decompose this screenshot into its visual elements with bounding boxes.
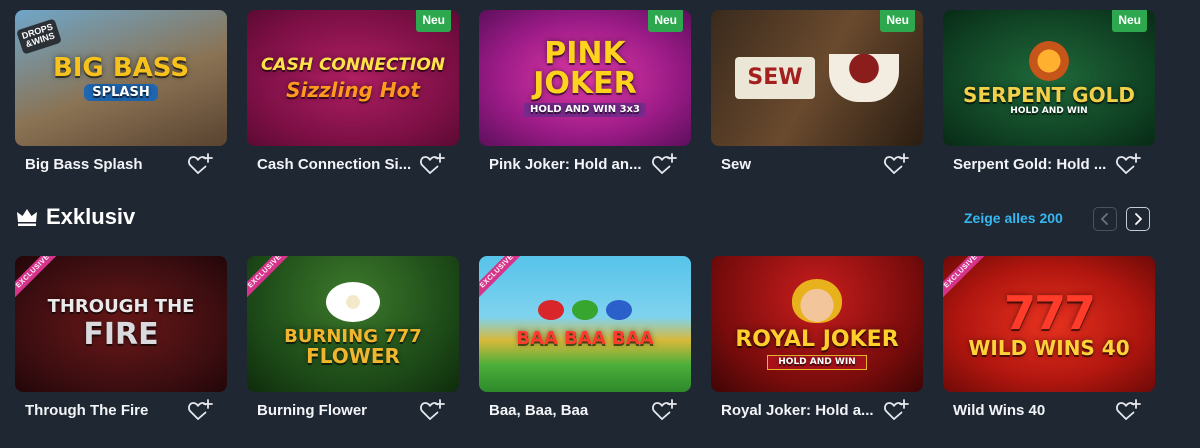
add-favorite-button[interactable] bbox=[883, 398, 909, 422]
add-favorite-button[interactable] bbox=[419, 398, 445, 422]
game-meta: Big Bass Splash bbox=[15, 146, 227, 182]
game-meta: Burning Flower bbox=[247, 392, 459, 428]
game-card-big-bass-splash[interactable]: DROPS &WINS BIG BASS SPLASH Big Bass Spl… bbox=[15, 10, 227, 182]
section-header-exclusive: Exklusiv bbox=[16, 204, 135, 230]
add-favorite-button[interactable] bbox=[1115, 152, 1141, 176]
heart-plus-icon bbox=[1116, 153, 1141, 174]
game-title[interactable]: Pink Joker: Hold an... bbox=[489, 156, 642, 173]
sheep-row-image bbox=[516, 300, 653, 320]
new-badge: Neu bbox=[1112, 10, 1147, 32]
game-art-subtitle: HOLD AND WIN bbox=[1010, 105, 1088, 116]
show-all-link[interactable]: Zeige alles 200 bbox=[964, 210, 1063, 226]
game-meta: Pink Joker: Hold an... bbox=[479, 146, 691, 182]
game-title[interactable]: Royal Joker: Hold a... bbox=[721, 402, 874, 419]
section-title: Exklusiv bbox=[46, 204, 136, 229]
game-art-title: 777 bbox=[1003, 286, 1096, 340]
games-row-exclusive: EXCLUSIVE THROUGH THE FIRE Through The F… bbox=[15, 256, 1155, 428]
game-thumbnail[interactable]: EXCLUSIVE BAA BAA BAA bbox=[479, 256, 691, 392]
game-art-title: THROUGH THE bbox=[47, 296, 195, 317]
game-card-serpent-gold[interactable]: Neu SERPENT GOLD HOLD AND WIN Serpent Go… bbox=[943, 10, 1155, 182]
game-art-subtitle: Sizzling Hot bbox=[286, 77, 420, 102]
drops-wins-badge: DROPS &WINS bbox=[16, 18, 62, 55]
exclusive-badge: EXCLUSIVE bbox=[479, 256, 530, 304]
game-thumbnail[interactable]: DROPS &WINS BIG BASS SPLASH bbox=[15, 10, 227, 146]
heart-plus-icon bbox=[420, 153, 445, 174]
game-thumbnail[interactable]: ROYAL JOKER HOLD AND WIN bbox=[711, 256, 923, 392]
game-card-through-the-fire[interactable]: EXCLUSIVE THROUGH THE FIRE Through The F… bbox=[15, 256, 227, 428]
heart-plus-icon bbox=[1116, 399, 1141, 420]
new-badge: Neu bbox=[416, 10, 451, 32]
game-art-title: SERPENT GOLD bbox=[963, 82, 1135, 107]
game-card-sew[interactable]: Neu SEW Sew bbox=[711, 10, 923, 182]
game-meta: Through The Fire bbox=[15, 392, 227, 428]
game-art-subtitle: SPLASH bbox=[84, 84, 158, 101]
heart-plus-icon bbox=[188, 399, 213, 420]
game-card-cash-connection[interactable]: Neu CASH CONNECTION Sizzling Hot Cash Co… bbox=[247, 10, 459, 182]
game-card-wild-wins-40[interactable]: EXCLUSIVE 777 WILD WINS 40 Wild Wins 40 bbox=[943, 256, 1155, 428]
game-thumbnail[interactable]: Neu SEW bbox=[711, 10, 923, 146]
game-card-royal-joker[interactable]: ROYAL JOKER HOLD AND WIN Royal Joker: Ho… bbox=[711, 256, 923, 428]
game-thumbnail[interactable]: EXCLUSIVE BURNING 777 FLOWER bbox=[247, 256, 459, 392]
heart-plus-icon bbox=[652, 399, 677, 420]
game-meta: Wild Wins 40 bbox=[943, 392, 1155, 428]
game-meta: Baa, Baa, Baa bbox=[479, 392, 691, 428]
crown-icon bbox=[16, 207, 38, 227]
game-title[interactable]: Cash Connection Si... bbox=[257, 156, 411, 173]
games-row-top: DROPS &WINS BIG BASS SPLASH Big Bass Spl… bbox=[15, 10, 1155, 182]
add-favorite-button[interactable] bbox=[419, 152, 445, 176]
game-art-subtitle: FLOWER bbox=[306, 344, 400, 368]
add-favorite-button[interactable] bbox=[187, 398, 213, 422]
game-art-title: BIG BASS bbox=[52, 53, 190, 83]
game-art-title: ROYAL JOKER bbox=[735, 326, 899, 352]
game-card-burning-flower[interactable]: EXCLUSIVE BURNING 777 FLOWER Burning Flo… bbox=[247, 256, 459, 428]
game-meta: Serpent Gold: Hold ... bbox=[943, 146, 1155, 182]
carousel-next-button[interactable] bbox=[1126, 207, 1150, 231]
chevron-right-icon bbox=[1135, 213, 1142, 225]
game-card-baa-baa-baa[interactable]: EXCLUSIVE BAA BAA BAA Baa, Baa, Baa bbox=[479, 256, 691, 428]
game-meta: Cash Connection Si... bbox=[247, 146, 459, 182]
game-art-title: SEW bbox=[735, 57, 815, 99]
heart-plus-icon bbox=[420, 399, 445, 420]
teacup-image bbox=[828, 54, 899, 102]
heart-plus-icon bbox=[188, 153, 213, 174]
add-favorite-button[interactable] bbox=[651, 398, 677, 422]
game-thumbnail[interactable]: Neu PINK JOKER HOLD AND WIN 3x3 bbox=[479, 10, 691, 146]
game-card-pink-joker[interactable]: Neu PINK JOKER HOLD AND WIN 3x3 Pink Jok… bbox=[479, 10, 691, 182]
add-favorite-button[interactable] bbox=[1115, 398, 1141, 422]
game-art-title: BAA BAA BAA bbox=[516, 328, 654, 349]
game-meta: Royal Joker: Hold a... bbox=[711, 392, 923, 428]
heart-plus-icon bbox=[884, 153, 909, 174]
game-art-title: PINK JOKER bbox=[533, 36, 637, 101]
heart-plus-icon bbox=[652, 153, 677, 174]
game-art-subtitle: HOLD AND WIN 3x3 bbox=[524, 103, 646, 117]
new-badge: Neu bbox=[880, 10, 915, 32]
add-favorite-button[interactable] bbox=[187, 152, 213, 176]
game-art-subtitle: HOLD AND WIN bbox=[767, 354, 867, 370]
game-thumbnail[interactable]: EXCLUSIVE THROUGH THE FIRE bbox=[15, 256, 227, 392]
new-badge: Neu bbox=[648, 10, 683, 32]
game-meta: Sew bbox=[711, 146, 923, 182]
game-title[interactable]: Big Bass Splash bbox=[25, 156, 143, 173]
add-favorite-button[interactable] bbox=[651, 152, 677, 176]
game-thumbnail[interactable]: Neu SERPENT GOLD HOLD AND WIN bbox=[943, 10, 1155, 146]
game-title[interactable]: Wild Wins 40 bbox=[953, 402, 1045, 419]
game-thumbnail[interactable]: EXCLUSIVE 777 WILD WINS 40 bbox=[943, 256, 1155, 392]
heart-plus-icon bbox=[884, 399, 909, 420]
game-art-subtitle: WILD WINS 40 bbox=[968, 336, 1130, 360]
game-thumbnail[interactable]: Neu CASH CONNECTION Sizzling Hot bbox=[247, 10, 459, 146]
game-title[interactable]: Burning Flower bbox=[257, 402, 367, 419]
joker-face-image bbox=[791, 278, 842, 323]
game-title[interactable]: Through The Fire bbox=[25, 402, 148, 419]
game-art-subtitle: FIRE bbox=[83, 317, 159, 352]
game-title[interactable]: Sew bbox=[721, 156, 751, 173]
chevron-left-icon bbox=[1101, 213, 1108, 225]
carousel-prev-button[interactable] bbox=[1093, 207, 1117, 231]
game-title[interactable]: Serpent Gold: Hold ... bbox=[953, 156, 1106, 173]
orchid-image bbox=[325, 282, 380, 322]
game-title[interactable]: Baa, Baa, Baa bbox=[489, 402, 588, 419]
sun-medallion bbox=[1029, 40, 1069, 81]
add-favorite-button[interactable] bbox=[883, 152, 909, 176]
game-art-title: CASH CONNECTION bbox=[260, 54, 446, 75]
